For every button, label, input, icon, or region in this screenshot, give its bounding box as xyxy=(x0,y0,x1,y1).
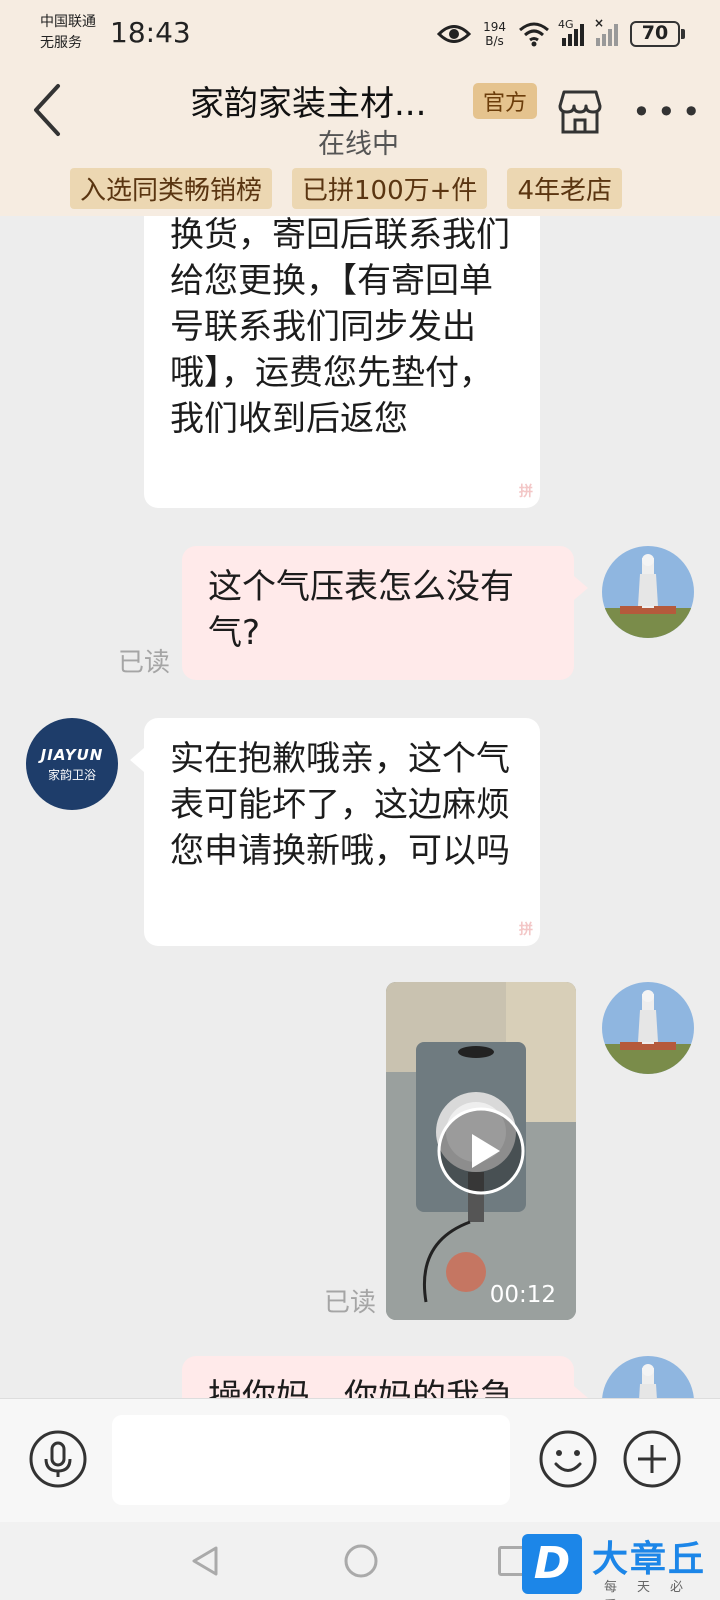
pin-stamp-icon: 拼 xyxy=(519,484,533,500)
user-message-bubble[interactable]: 这个气压表怎么没有气? xyxy=(182,546,588,680)
eye-icon xyxy=(437,25,472,43)
network-type: 4G xyxy=(558,18,574,31)
signal-icon: 4G xyxy=(558,18,584,46)
service-status: 无服务 xyxy=(40,35,82,51)
nav-home-icon[interactable] xyxy=(342,1542,380,1580)
carrier-info: 中国联通 无服务 xyxy=(40,12,96,54)
speed-unit: B/s xyxy=(485,34,504,48)
watermark-subtitle: 每天必看 xyxy=(604,1580,704,1600)
shop-tag: 入选同类畅销榜 xyxy=(70,168,273,209)
message-text: 操你妈，你妈的我急 xyxy=(208,1377,514,1398)
shop-avatar[interactable]: JIAYUN 家韵卫浴 xyxy=(26,718,118,810)
microphone-icon[interactable] xyxy=(28,1429,88,1489)
shop-tags: 入选同类畅销榜 已拼100万+件 4年老店 xyxy=(70,168,622,209)
status-bar: 中国联通 无服务 18:43 194 B/s 4G × 70 xyxy=(0,0,720,68)
carrier-name: 中国联通 xyxy=(40,14,96,30)
message-text: 实在抱歉哦亲，这个气表可能坏了，这边麻烦您申请换新哦，可以吗 xyxy=(170,739,510,871)
network-speed: 194 B/s xyxy=(483,20,506,48)
speed-value: 194 xyxy=(483,20,506,34)
pin-stamp-icon: 拼 xyxy=(519,922,533,938)
shop-title[interactable]: 家韵家装主材... xyxy=(190,76,426,125)
wifi-icon xyxy=(519,22,549,47)
back-icon[interactable] xyxy=(28,80,68,140)
nav-back-icon[interactable] xyxy=(188,1544,222,1578)
message-input[interactable] xyxy=(112,1415,510,1505)
clock: 18:43 xyxy=(110,16,191,49)
online-status: 在线中 xyxy=(318,129,399,160)
message-text: 换货，寄回后联系我们给您更换，【有寄回单号联系我们同步发出哦】，运费您先垫付，我… xyxy=(170,216,510,439)
more-icon[interactable]: ••• xyxy=(632,92,701,132)
user-avatar[interactable] xyxy=(602,982,694,1074)
shop-tag: 已拼100万+件 xyxy=(292,168,488,209)
plus-icon[interactable] xyxy=(622,1429,682,1489)
shop-message-bubble[interactable]: 实在抱歉哦亲，这个气表可能坏了，这边麻烦您申请换新哦，可以吗 拼 xyxy=(130,718,540,946)
video-message[interactable]: 00:12 xyxy=(386,982,576,1320)
watermark-title: 大章丘 xyxy=(592,1539,707,1580)
chat-header: 家韵家装主材... 官方 在线中 ••• 入选同类畅销榜 已拼100万+件 4年… xyxy=(0,68,720,216)
statue-avatar-image xyxy=(602,982,694,1074)
statue-avatar-image xyxy=(602,546,694,638)
shop-avatar-subtitle: 家韵卫浴 xyxy=(47,768,96,782)
status-icons: 194 B/s 4G × 70 xyxy=(437,16,685,52)
shop-tag: 4年老店 xyxy=(507,168,622,209)
video-duration: 00:12 xyxy=(489,1282,556,1308)
chat-message-list[interactable]: 换货，寄回后联系我们给您更换，【有寄回单号联系我们同步发出哦】，运费您先垫付，我… xyxy=(0,216,720,1398)
user-avatar[interactable] xyxy=(602,546,694,638)
input-bar xyxy=(0,1398,720,1522)
emoji-icon[interactable] xyxy=(538,1429,598,1489)
watermark-d-icon: D xyxy=(522,1534,582,1594)
watermark-logo: D 大章丘 每天必看 xyxy=(518,1530,720,1600)
read-receipt: 已读 xyxy=(118,648,171,678)
message-text: 这个气压表怎么没有气? xyxy=(208,567,514,653)
play-icon[interactable] xyxy=(436,1106,526,1196)
store-icon[interactable] xyxy=(554,86,606,138)
read-receipt: 已读 xyxy=(324,1288,377,1318)
no-signal-icon: × xyxy=(594,16,618,46)
shop-message-bubble[interactable]: 换货，寄回后联系我们给您更换，【有寄回单号联系我们同步发出哦】，运费您先垫付，我… xyxy=(144,216,540,508)
user-message-bubble[interactable]: 操你妈，你妈的我急 xyxy=(182,1356,588,1398)
statue-avatar-image xyxy=(602,1356,694,1398)
official-badge: 官方 xyxy=(473,83,538,119)
shop-avatar-brand: JIAYUN xyxy=(40,746,104,764)
user-avatar[interactable] xyxy=(602,1356,694,1398)
battery-indicator: 70 xyxy=(630,21,685,47)
